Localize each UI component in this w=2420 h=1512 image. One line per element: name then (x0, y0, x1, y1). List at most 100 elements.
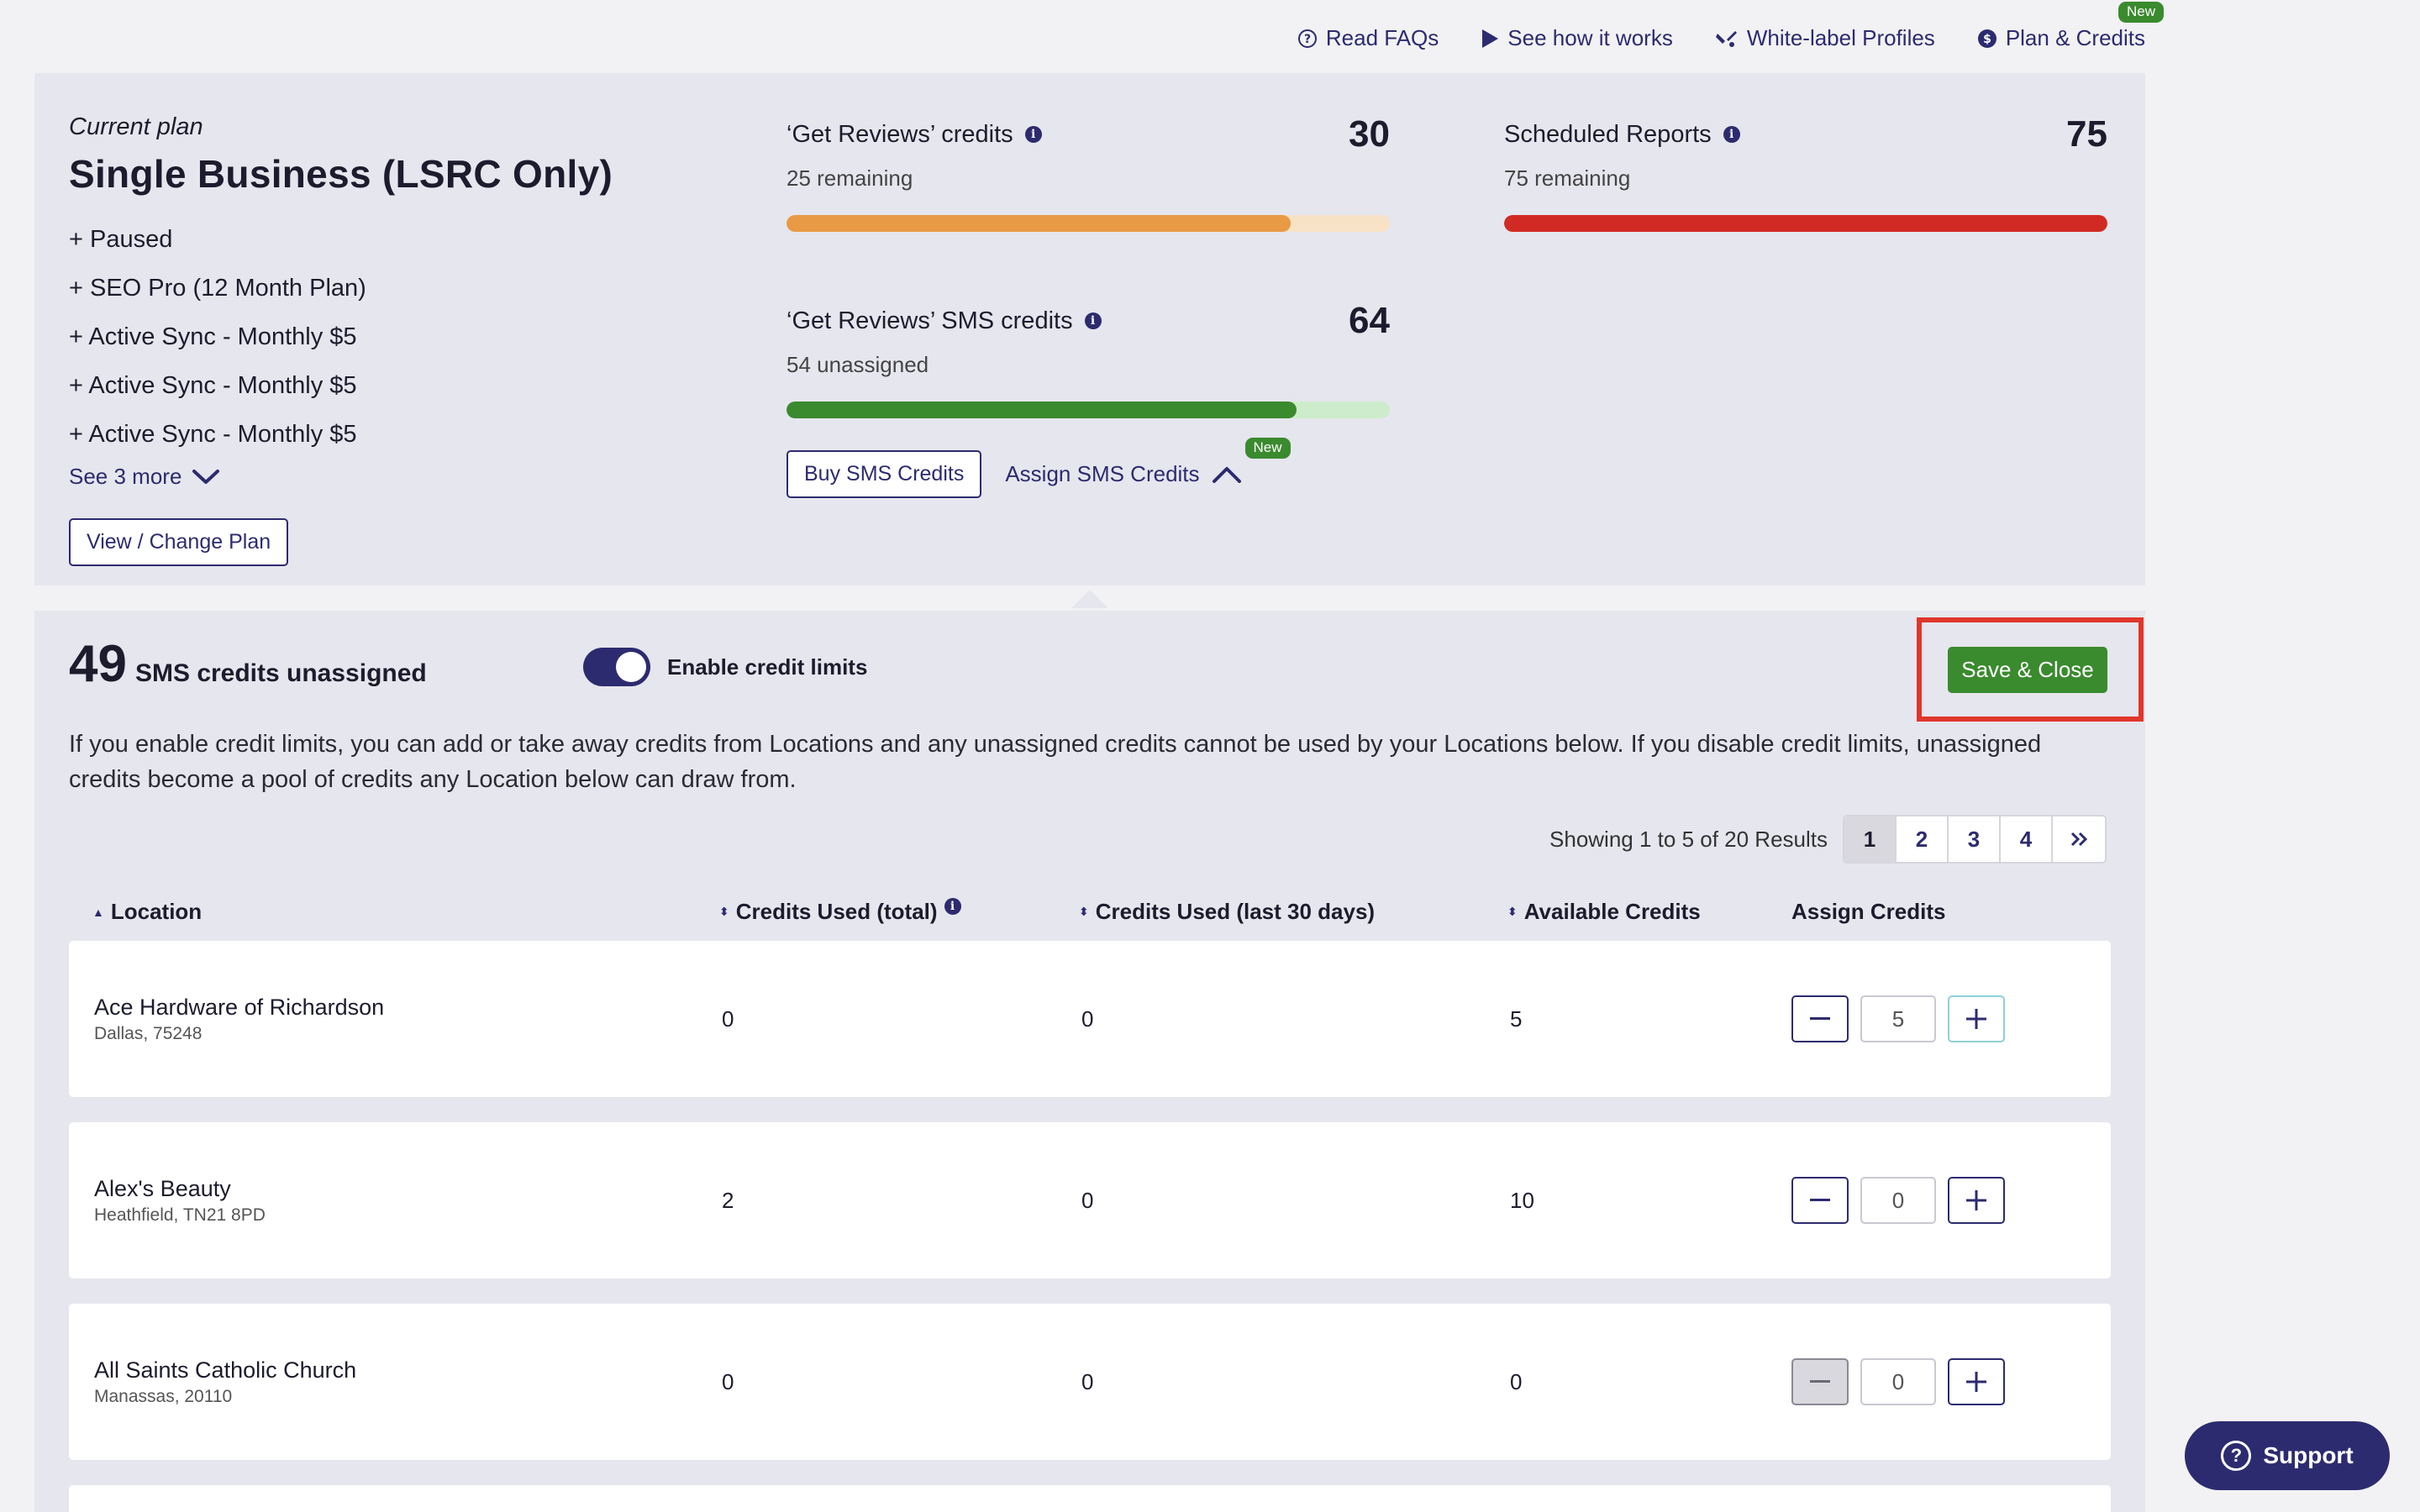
see-more-label: See 3 more (69, 464, 182, 489)
minus-icon (1810, 1380, 1830, 1383)
plan-credits-link[interactable]: $ Plan & Credits New (1977, 2, 2164, 51)
location-name: Ace Hardware of Richardson (94, 994, 385, 1020)
assign-cell (1791, 1122, 2005, 1278)
location-cell: Ace Hardware of Richardson Dallas, 75248 (94, 941, 384, 1097)
credit-limits-toggle-row: Enable credit limits (583, 648, 867, 686)
location-address: Manassas, 20110 (94, 1386, 233, 1406)
sort-icon: ▲ (92, 905, 104, 919)
credit-stepper (1791, 1177, 2005, 1224)
assign-cell (1791, 1304, 2005, 1460)
assign-sms-credits-link[interactable]: Assign SMS Credits New (1005, 438, 1291, 487)
chevron-down-icon (192, 469, 220, 484)
location-address: Heathfield, TN21 8PD (94, 1205, 266, 1225)
info-icon[interactable]: i (1024, 126, 1042, 143)
scheduled-reports-progress (1504, 215, 2107, 232)
read-faqs-link[interactable]: ? Read FAQs (1297, 25, 1439, 51)
column-assign-header: Assign Credits (1791, 899, 1946, 925)
info-icon[interactable]: i (1723, 126, 1740, 143)
credit-input[interactable] (1860, 1177, 1936, 1224)
scheduled-reports-block: Scheduled Reports i 75 75 remaining (1504, 113, 2107, 232)
panel-pointer (1071, 590, 1108, 608)
pagination: 1 2 3 4 (1843, 815, 2107, 864)
credit-stepper (1791, 995, 2005, 1042)
pagination-row: Showing 1 to 5 of 20 Results 1 2 3 4 (1549, 815, 2107, 864)
decrement-button[interactable] (1791, 995, 1849, 1042)
current-plan-column: Current plan Single Business (LSRC Only)… (69, 113, 613, 566)
white-label-link[interactable]: White-label Profiles (1715, 25, 1935, 51)
dollar-circle-icon: $ (1977, 29, 1996, 48)
used-30-cell: 0 (1081, 1187, 1094, 1213)
see-more-link[interactable]: See 3 more (69, 464, 613, 490)
view-change-plan-button[interactable]: View / Change Plan (69, 518, 289, 566)
location-address: Dallas, 75248 (94, 1023, 203, 1043)
increment-button[interactable] (1948, 1177, 2005, 1224)
used-total-cell: 0 (722, 1005, 734, 1032)
sort-available-header[interactable]: ⬍ Available Credits (1507, 899, 1701, 925)
info-icon[interactable]: i (944, 897, 961, 915)
sort-icon: ⬍ (719, 905, 729, 918)
toggle-label: Enable credit limits (667, 654, 868, 680)
plus-icon (1966, 1190, 1986, 1210)
decrement-button[interactable] (1791, 1358, 1849, 1405)
credit-input[interactable] (1860, 1358, 1936, 1405)
toggle-knob (616, 652, 646, 682)
sort-used-30-header[interactable]: ⬍ Credits Used (last 30 days) (1079, 899, 1375, 925)
new-badge: New (2118, 2, 2164, 23)
page-3-button[interactable]: 3 (1949, 816, 2001, 862)
table-row: All Saints Catholic Church Manassas, 201… (69, 1304, 2111, 1460)
plan-credits-label: Plan & Credits (2005, 25, 2145, 50)
used-30-cell: 0 (1081, 1005, 1094, 1032)
increment-button[interactable] (1948, 1358, 2005, 1405)
credit-limits-toggle[interactable] (583, 648, 650, 686)
svg-text:?: ? (1304, 33, 1311, 46)
column-assign: Assign Credits (1791, 899, 1946, 924)
reviews-credits-title: ‘Get Reviews’ credits (786, 120, 1013, 148)
table-row (69, 1485, 2111, 1512)
reviews-credits-progress (786, 215, 1390, 232)
unassigned-label: SMS credits unassigned (134, 659, 427, 687)
page-2-button[interactable]: 2 (1897, 816, 1949, 862)
unassigned-count: 49 (69, 635, 127, 693)
sort-location-header[interactable]: ▲ Location (92, 899, 202, 925)
chevron-up-icon (1212, 466, 1241, 483)
plus-icon (1966, 1372, 1986, 1392)
top-nav: ? Read FAQs See how it works White-label… (1297, 2, 2164, 51)
sms-credits-unassigned: 54 unassigned (786, 352, 929, 377)
scheduled-reports-title: Scheduled Reports (1504, 120, 1712, 148)
unassigned-summary: 49 SMS credits unassigned (69, 634, 427, 694)
sort-icon: ⬍ (1079, 905, 1089, 918)
credit-limits-description: If you enable credit limits, you can add… (69, 731, 2042, 793)
sort-used-total-header[interactable]: ⬍ Credits Used (total) i (719, 897, 961, 925)
reviews-credits-block: ‘Get Reviews’ credits i 30 25 remaining (786, 113, 1390, 232)
support-button[interactable]: ? Support (2185, 1421, 2390, 1490)
save-close-button[interactable]: Save & Close (1948, 647, 2107, 693)
available-cell: 0 (1510, 1368, 1523, 1394)
table-row: Alex's Beauty Heathfield, TN21 8PD 2 0 1… (69, 1122, 2111, 1278)
next-pages-button[interactable] (2053, 816, 2105, 862)
column-used-total: Credits Used (total) (735, 899, 938, 924)
see-how-label: See how it works (1507, 25, 1673, 50)
credit-input[interactable] (1860, 995, 1936, 1042)
plan-panel: Current plan Single Business (LSRC Only)… (34, 73, 2145, 585)
play-icon (1482, 29, 1499, 48)
location-name: All Saints Catholic Church (94, 1357, 357, 1383)
new-badge: New (1244, 438, 1291, 459)
progress-fill (1504, 215, 2107, 232)
minus-icon (1810, 1017, 1830, 1020)
decrement-button[interactable] (1791, 1177, 1849, 1224)
assign-sms-label: Assign SMS Credits (1005, 461, 1200, 486)
support-label: Support (2263, 1442, 2354, 1468)
see-how-link[interactable]: See how it works (1481, 25, 1673, 51)
buy-sms-credits-button[interactable]: Buy SMS Credits (786, 450, 982, 498)
addon-item: + Active Sync - Monthly $5 (69, 421, 357, 448)
page-1-button[interactable]: 1 (1844, 816, 1897, 862)
column-available: Available Credits (1523, 899, 1701, 924)
minus-icon (1810, 1199, 1830, 1201)
reviews-credits-remaining: 25 remaining (786, 165, 913, 191)
increment-button[interactable] (1948, 995, 2005, 1042)
location-name: Alex's Beauty (94, 1175, 231, 1201)
progress-fill (786, 402, 1297, 418)
question-circle-icon: ? (1297, 29, 1317, 48)
page-4-button[interactable]: 4 (2001, 816, 2053, 862)
info-icon[interactable]: i (1084, 312, 1102, 329)
